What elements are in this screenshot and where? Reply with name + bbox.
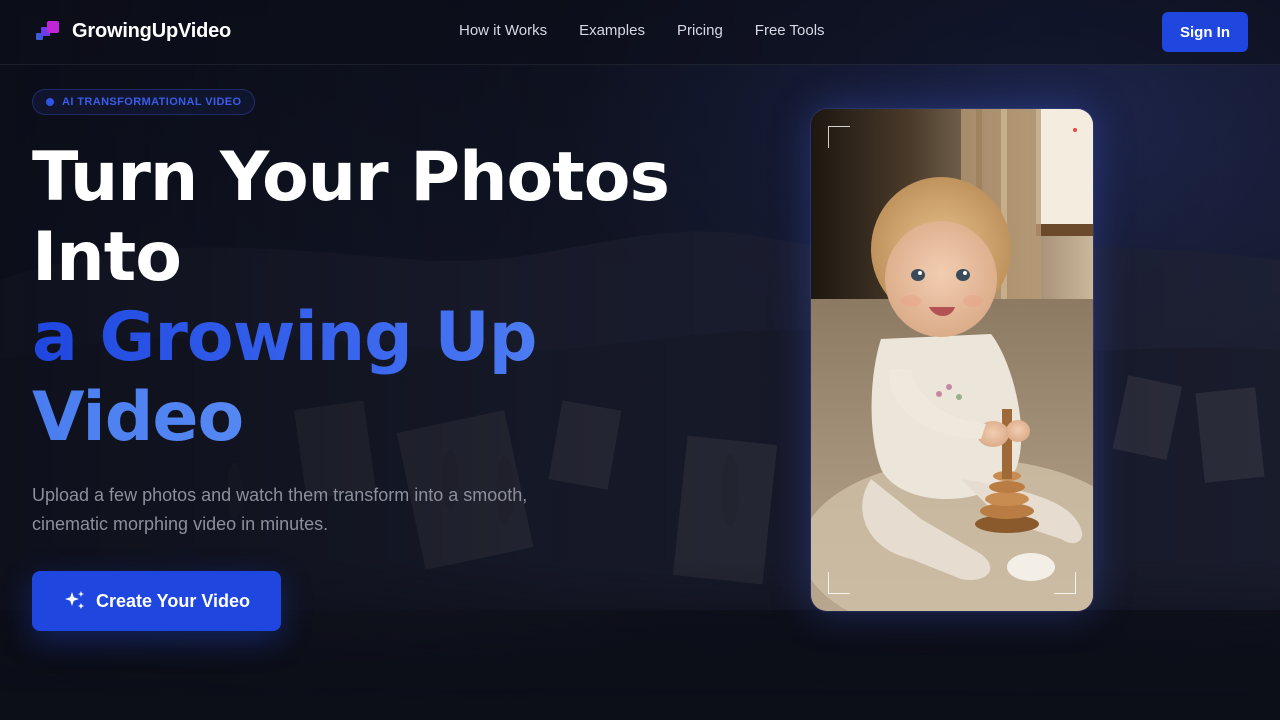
- badge-dot-icon: [46, 98, 54, 106]
- badge-label: AI TRANSFORMATIONAL VIDEO: [62, 96, 242, 108]
- brand-name: GrowingUpVideo: [72, 20, 232, 42]
- brand-logo[interactable]: GrowingUpVideo: [36, 20, 231, 43]
- nav-menu: How it Works Examples Pricing Free Tools: [459, 22, 825, 39]
- nav-link-free-tools[interactable]: Free Tools: [755, 22, 825, 39]
- nav-link-how-it-works[interactable]: How it Works: [459, 22, 547, 39]
- headline-line-1: Turn Your Photos: [32, 138, 670, 217]
- nav-link-pricing[interactable]: Pricing: [677, 22, 723, 39]
- create-video-label: Create Your Video: [95, 590, 251, 611]
- viewfinder-corner-bottom-right: [1054, 572, 1076, 594]
- sparkles-icon: [64, 591, 84, 609]
- logo-mark-icon: [36, 20, 60, 43]
- sign-in-button[interactable]: Sign In: [1162, 12, 1248, 52]
- record-dot-icon: [1073, 128, 1077, 132]
- nav-link-examples[interactable]: Examples: [579, 22, 645, 39]
- top-navigation: GrowingUpVideo How it Works Examples Pri…: [0, 0, 1280, 65]
- baby-photo: [811, 109, 1093, 611]
- hero-badge: AI TRANSFORMATIONAL VIDEO: [32, 89, 256, 115]
- create-video-button[interactable]: Create Your Video: [32, 571, 281, 631]
- viewfinder-corner-bottom-left: [828, 572, 850, 594]
- hero-headline: Turn Your Photos Into a Growing Up Video: [32, 138, 670, 458]
- hero-subtitle: Upload a few photos and watch them trans…: [32, 485, 528, 534]
- headline-line-3: a Growing Up: [32, 298, 669, 378]
- headline-line-2: Into: [32, 218, 182, 297]
- video-preview-card[interactable]: [811, 109, 1093, 611]
- headline-line-4: Video: [32, 378, 669, 458]
- viewfinder-corner-top-left: [828, 126, 850, 148]
